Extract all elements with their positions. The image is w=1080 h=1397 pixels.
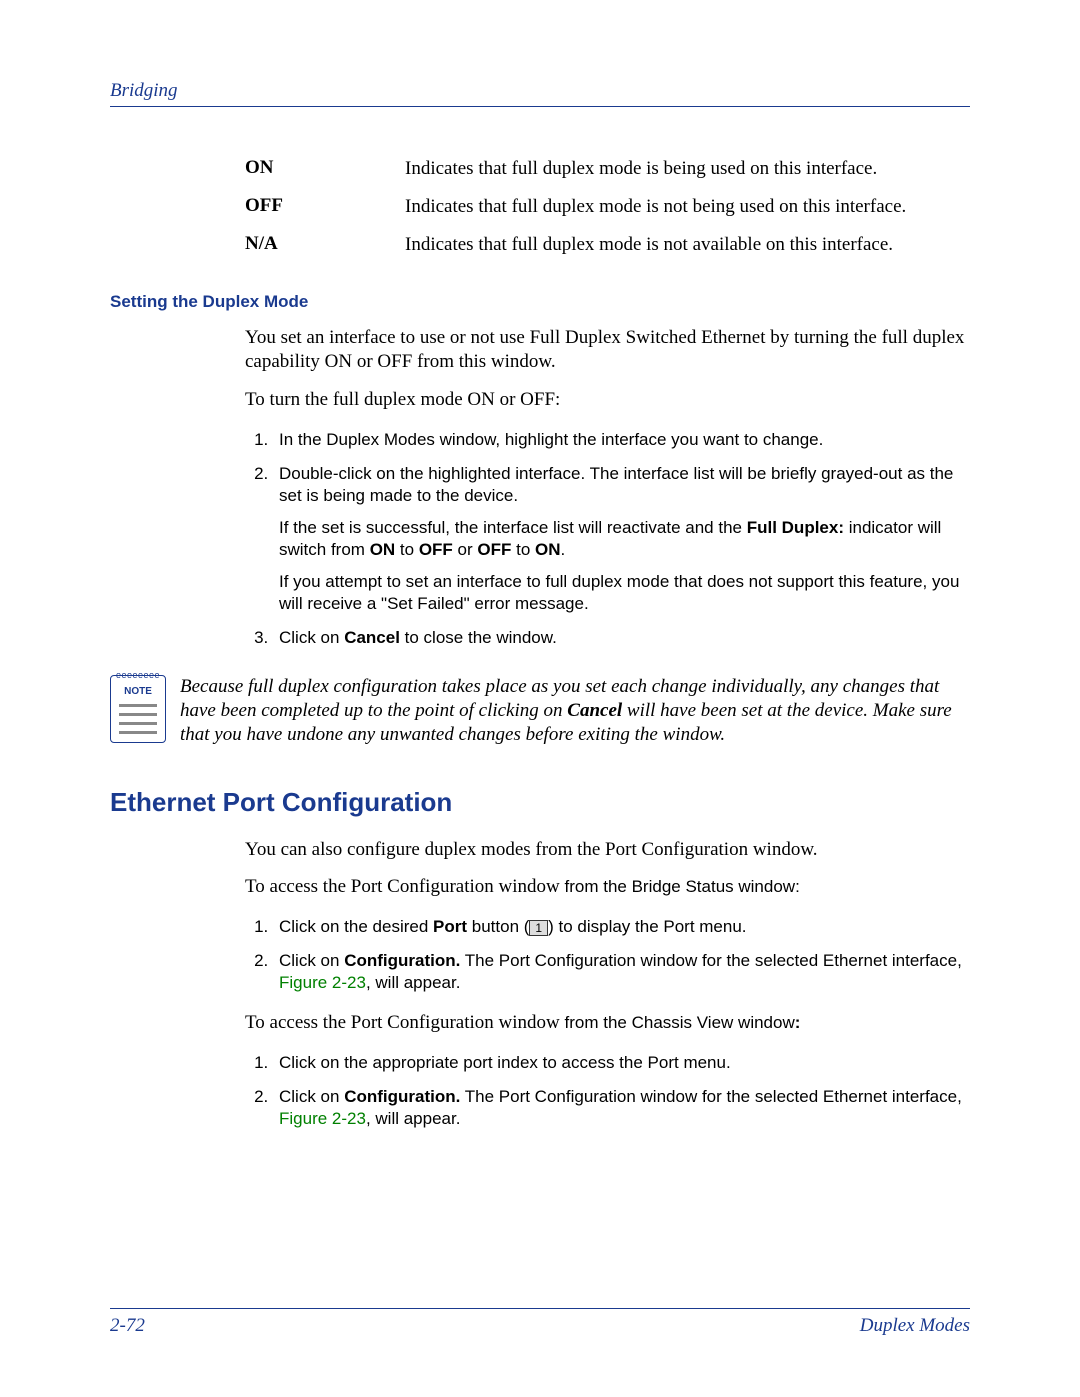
def-term: N/A (245, 233, 405, 255)
subheading-duplex-mode: Setting the Duplex Mode (110, 292, 970, 312)
footer-row: 2-72 Duplex Modes (110, 1315, 970, 1337)
def-desc: Indicates that full duplex mode is being… (405, 157, 970, 181)
t: or (453, 540, 478, 559)
step-item: Click on Configuration. The Port Configu… (273, 950, 970, 994)
header-rule (110, 106, 970, 107)
t: to (511, 540, 535, 559)
figure-link[interactable]: Figure 2-23 (279, 973, 366, 992)
t: : (795, 1013, 801, 1032)
t: Click on (279, 1087, 344, 1106)
spiral-binding-icon: eeeeeeee (115, 670, 161, 678)
t: Click on (279, 628, 344, 647)
t: Click on the desired (279, 917, 433, 936)
step-sub-paragraph: If the set is successful, the interface … (279, 517, 970, 561)
def-row-na: N/A Indicates that full duplex mode is n… (245, 233, 970, 257)
step-sub-paragraph: If you attempt to set an interface to fu… (279, 571, 970, 615)
paragraph: To access the Port Configuration window … (245, 875, 970, 899)
note-icon: eeeeeeee NOTE (110, 675, 166, 743)
t: ON (535, 540, 561, 559)
def-term: ON (245, 157, 405, 179)
footer-rule (110, 1308, 970, 1309)
t: The Port Configuration window for the se… (460, 951, 961, 970)
t: OFF (477, 540, 511, 559)
t: ON (370, 540, 396, 559)
t: OFF (419, 540, 453, 559)
t: . (561, 540, 566, 559)
def-row-off: OFF Indicates that full duplex mode is n… (245, 195, 970, 219)
note-text: Because full duplex configuration takes … (180, 675, 970, 746)
t: If the set is successful, the interface … (279, 518, 747, 537)
t: Configuration. (344, 1087, 460, 1106)
def-term: OFF (245, 195, 405, 217)
steps-list-b: Click on the appropriate port index to a… (245, 1052, 970, 1130)
steps-list-a: Click on the desired Port button (1) to … (245, 916, 970, 994)
t: Full Duplex: (747, 518, 844, 537)
t: to close the window. (400, 628, 557, 647)
t: from the Chassis View window (565, 1013, 795, 1032)
note-block: eeeeeeee NOTE Because full duplex config… (110, 675, 970, 746)
step-item: Click on Configuration. The Port Configu… (273, 1086, 970, 1130)
t: , will appear. (366, 973, 461, 992)
def-desc: Indicates that full duplex mode is not b… (405, 195, 970, 219)
steps-list-1: In the Duplex Modes window, highlight th… (245, 429, 970, 650)
t: to (395, 540, 419, 559)
note-label: NOTE (111, 686, 165, 697)
paragraph: To access the Port Configuration window … (245, 1011, 970, 1035)
t: Cancel (344, 628, 400, 647)
heading-ethernet-port-config: Ethernet Port Configuration (110, 787, 970, 818)
header-section-title: Bridging (110, 80, 970, 102)
def-desc: Indicates that full duplex mode is not a… (405, 233, 970, 257)
definition-table: ON Indicates that full duplex mode is be… (245, 157, 970, 256)
figure-link[interactable]: Figure 2-23 (279, 1109, 366, 1128)
t: ) to display the Port menu. (548, 917, 746, 936)
paragraph: To turn the full duplex mode ON or OFF: (245, 388, 970, 412)
t: To access the Port Configuration window (245, 1012, 565, 1033)
t: Click on (279, 951, 344, 970)
step-item: Click on Cancel to close the window. (273, 627, 970, 649)
t: To access the Port Configuration window (245, 876, 565, 897)
t: , will appear. (366, 1109, 461, 1128)
step-text: Double-click on the highlighted interfac… (279, 464, 953, 505)
step-item: In the Duplex Modes window, highlight th… (273, 429, 970, 451)
step-item: Click on the desired Port button (1) to … (273, 916, 970, 938)
t: from the Bridge Status window: (565, 877, 800, 896)
t: Cancel (567, 700, 622, 721)
paragraph: You set an interface to use or not use F… (245, 326, 970, 374)
t: Port (433, 917, 467, 936)
step-item: Click on the appropriate port index to a… (273, 1052, 970, 1074)
paragraph: You can also configure duplex modes from… (245, 838, 970, 862)
page-number: 2-72 (110, 1315, 145, 1337)
t: The Port Configuration window for the se… (460, 1087, 961, 1106)
footer-title: Duplex Modes (860, 1315, 970, 1337)
step-item: Double-click on the highlighted interfac… (273, 463, 970, 616)
t: button ( (467, 917, 529, 936)
t: Configuration. (344, 951, 460, 970)
port-button-icon: 1 (529, 920, 548, 936)
def-row-on: ON Indicates that full duplex mode is be… (245, 157, 970, 181)
